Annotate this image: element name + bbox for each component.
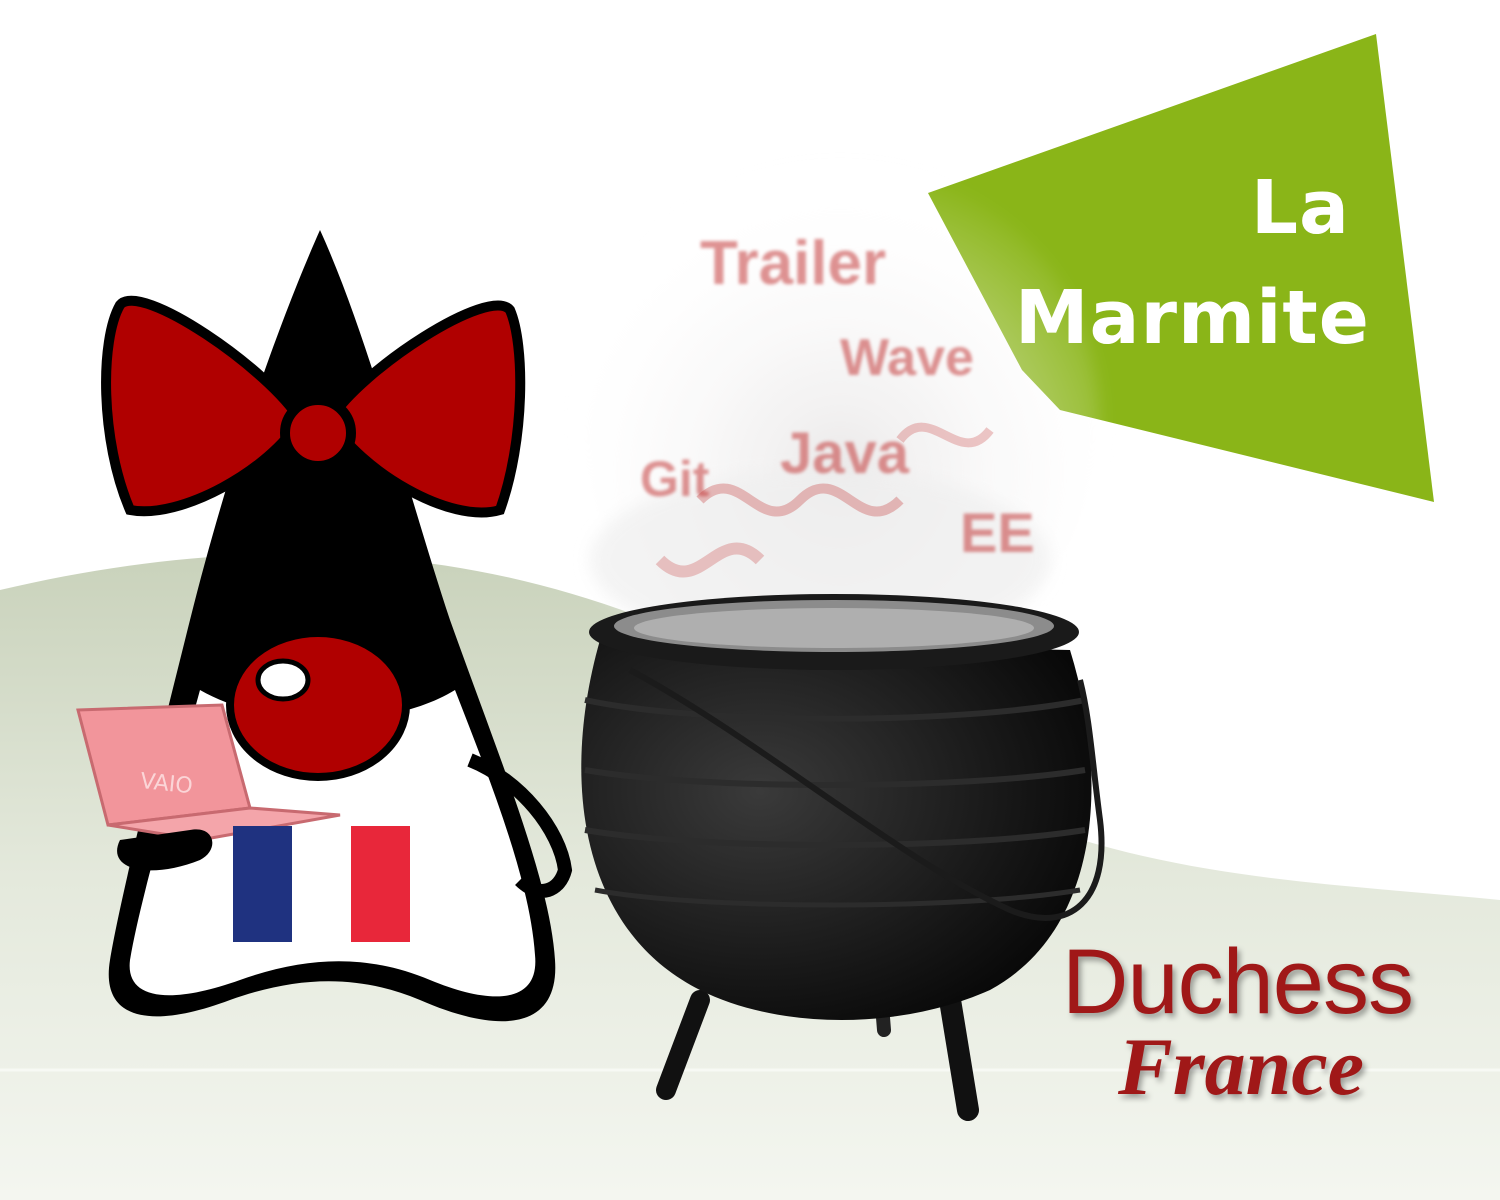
steam-word: Trailer [700, 229, 887, 298]
steam-word: Java [780, 421, 910, 486]
poster: VAIO Trailer Wave Java Git EE La Marmite… [0, 0, 1500, 1200]
banner-title-line2: Marmite [1014, 275, 1370, 361]
france-flag-icon [233, 826, 410, 942]
steam-word: Git [640, 451, 710, 507]
steam-word: EE [960, 501, 1035, 564]
banner-title-line1: La [1250, 165, 1350, 251]
steam-word: Wave [840, 329, 974, 387]
brand-name-line2: France [1118, 1021, 1364, 1112]
